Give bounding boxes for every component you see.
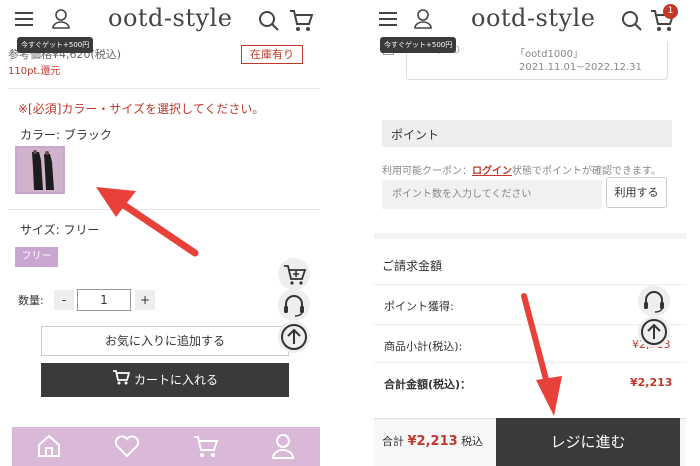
points-section-title: ポイント bbox=[382, 120, 672, 147]
cart-count-badge: 1 bbox=[663, 4, 678, 19]
scroll-top-fab[interactable] bbox=[638, 316, 670, 348]
point-get-tooltip: 今すぐゲット+500円 bbox=[17, 37, 94, 53]
quantity-plus-button[interactable]: + bbox=[135, 290, 155, 310]
total-label: 合計金額(税込)： bbox=[384, 378, 472, 391]
header: ootd-style bbox=[0, 0, 330, 42]
cart-nav-icon[interactable] bbox=[192, 433, 220, 463]
color-swatch-black[interactable] bbox=[15, 146, 65, 194]
support-fab[interactable] bbox=[278, 289, 310, 321]
menu-icon[interactable] bbox=[378, 11, 398, 31]
points-earned-label: ポイント獲得: bbox=[384, 300, 454, 313]
cart-plus-icon bbox=[284, 265, 307, 285]
section-separator bbox=[374, 233, 686, 239]
annotation-arrow bbox=[521, 293, 562, 416]
product-page-panel: 参考価格¥4,620(税込) 110pt.還元 在庫有り ※[必須]カラー・サイ… bbox=[0, 0, 330, 466]
arrow-up-circle-icon bbox=[641, 319, 667, 345]
scroll-top-fab[interactable] bbox=[278, 321, 310, 353]
footer-total-value: ¥2,213 bbox=[407, 434, 458, 449]
total-value: ¥2,213 bbox=[630, 376, 673, 389]
add-to-cart-label: カートに入れる bbox=[133, 373, 218, 387]
search-icon[interactable] bbox=[621, 10, 643, 36]
login-link[interactable]: ログイン bbox=[472, 166, 512, 177]
coupon-code: 「ootd1000」 bbox=[515, 49, 583, 60]
divider bbox=[8, 88, 320, 89]
quantity-label: 数量: bbox=[18, 294, 44, 307]
search-icon[interactable] bbox=[258, 10, 280, 36]
headset-icon bbox=[284, 295, 304, 317]
required-note: ※[必須]カラー・サイズを選択してください。 bbox=[18, 102, 265, 116]
arrow-up-circle-icon bbox=[281, 324, 307, 350]
add-to-cart-fab[interactable] bbox=[278, 258, 310, 290]
cart-page-panel: ¥1,000 「ootd1000」 2021.11.01~2022.12.31 … bbox=[370, 0, 700, 466]
add-to-cart-button[interactable]: カートに入れる bbox=[41, 363, 289, 397]
bottom-nav bbox=[12, 427, 320, 466]
points-input[interactable]: ポイント数を入力してください bbox=[382, 180, 602, 209]
site-logo[interactable]: ootd-style bbox=[108, 4, 232, 32]
size-chip-free[interactable]: フリー bbox=[15, 247, 58, 267]
billing-title: ご請求金額 bbox=[382, 259, 443, 273]
user-nav-icon[interactable] bbox=[270, 432, 296, 464]
subtotal-label: 商品小計(税込): bbox=[384, 340, 463, 353]
support-fab[interactable] bbox=[638, 285, 670, 317]
size-label: サイズ: フリー bbox=[20, 223, 100, 237]
checkout-button[interactable]: レジに進む bbox=[496, 418, 680, 466]
account-icon[interactable] bbox=[413, 8, 433, 34]
footer-total: 合計 ¥2,213 税込 bbox=[382, 434, 484, 449]
menu-icon[interactable] bbox=[14, 11, 34, 31]
points-return: 110pt.還元 bbox=[8, 66, 61, 77]
cart-icon bbox=[112, 364, 131, 398]
heart-icon[interactable] bbox=[114, 434, 140, 462]
product-thumbnail bbox=[17, 148, 63, 192]
annotation-arrow bbox=[96, 187, 199, 257]
coupon-period: 2021.11.01~2022.12.31 bbox=[519, 62, 642, 73]
headset-icon bbox=[644, 291, 664, 313]
use-points-button[interactable]: 利用する bbox=[606, 177, 667, 208]
home-icon[interactable] bbox=[36, 433, 62, 463]
add-to-favorites-button[interactable]: お気に入りに追加する bbox=[41, 326, 289, 356]
color-label: カラー: ブラック bbox=[20, 128, 112, 142]
stock-badge: 在庫有り bbox=[241, 45, 303, 64]
header: ootd-style 1 bbox=[370, 0, 700, 42]
account-icon[interactable] bbox=[51, 8, 71, 34]
point-get-tooltip: 今すぐゲット+500円 bbox=[380, 37, 457, 53]
points-note: 利用可能クーポン：ログイン状態でポイントが確認できます。 bbox=[382, 166, 661, 177]
quantity-minus-button[interactable]: - bbox=[54, 290, 74, 310]
points-title: ポイント bbox=[391, 128, 440, 142]
quantity-input[interactable]: 1 bbox=[77, 289, 131, 311]
cart-header-icon[interactable] bbox=[289, 8, 315, 36]
site-logo[interactable]: ootd-style bbox=[471, 4, 595, 32]
